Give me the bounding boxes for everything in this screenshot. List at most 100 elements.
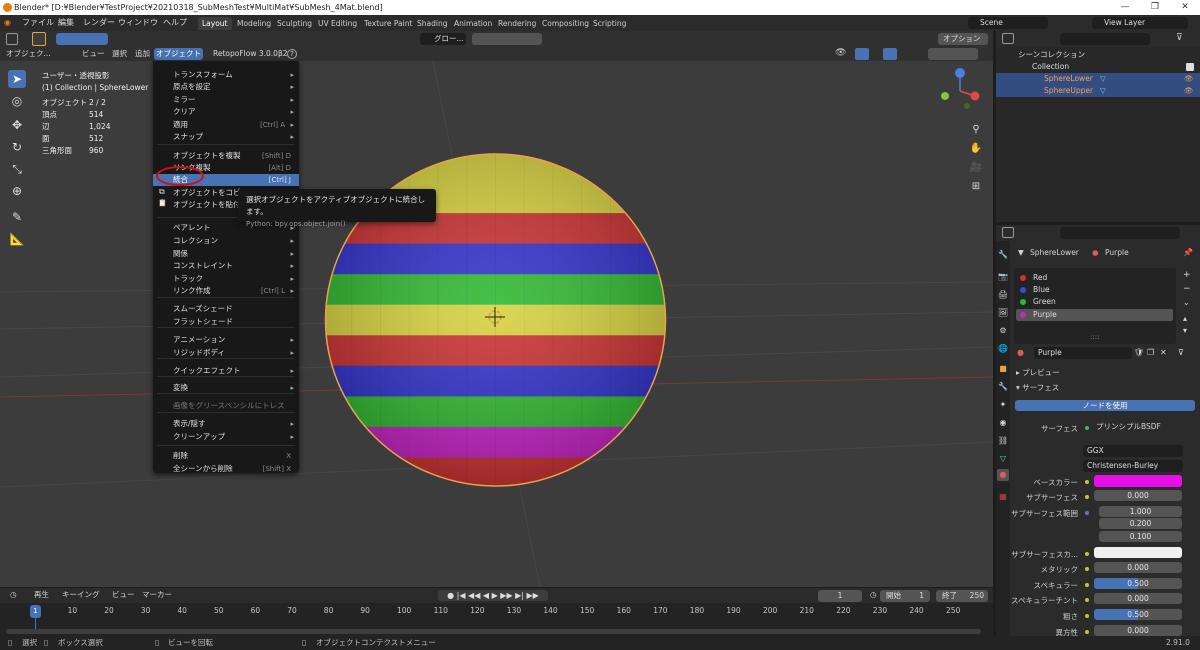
menu-item-0[interactable]: トランスフォーム ▸ [153,69,299,81]
menu-edit[interactable]: 編集 [58,15,74,31]
editor-type-icon[interactable] [6,33,18,45]
scene-tab-icon[interactable]: ⚙ [997,325,1009,337]
menu-item-5[interactable]: スナップ ▸ [153,131,299,143]
use-nodes-button[interactable]: ノードを使用 [1015,400,1195,411]
gizmo-y-icon[interactable] [941,92,949,100]
cursor-tool-icon[interactable]: ◎ [8,92,26,110]
particles-tab-icon[interactable]: ✦ [997,399,1009,411]
annotate-tool-icon[interactable]: ✎ [8,208,26,226]
gizmo-neg-y-icon[interactable] [964,103,970,109]
snapping-controls[interactable] [472,33,542,45]
menu-view[interactable]: ビュー [80,48,107,60]
timeline-keying[interactable]: キーイング [60,589,102,601]
mode-selector[interactable]: オブジェク... [4,48,53,60]
constraint-tab-icon[interactable]: ⛓ [997,435,1009,447]
select-tool-icon[interactable]: ➤ [8,70,26,88]
outliner-editor-icon[interactable] [1002,33,1014,44]
transform-tool-icon[interactable]: ⊕ [8,182,26,200]
menu-item-3[interactable]: クリア ▸ [153,106,299,118]
duplicate-icon[interactable]: ❐ [1147,348,1154,357]
preview-panel[interactable]: ▸ プレビュー [1016,367,1060,378]
world-tab-icon[interactable]: 🌐 [997,343,1009,355]
gizmo-x-icon[interactable] [970,91,980,101]
surface-panel[interactable]: ▾ サーフェス [1016,382,1059,393]
menu-item-17[interactable]: スムーズシェード [153,303,299,315]
menu-item-16[interactable]: リンク作成 [Ctrl] L ▸ [153,285,299,297]
start-frame-field[interactable]: 開始 1 [880,590,930,602]
timeline-scrollbar[interactable] [6,629,981,634]
unlink-icon[interactable]: ✕ [1160,348,1167,357]
menu-item-19[interactable]: アニメーション ▸ [153,334,299,346]
material-slot-purple[interactable]: Purple [1016,309,1173,321]
property-value-field[interactable]: 0.500 [1094,609,1182,620]
tab-scripting[interactable]: Scripting [589,17,630,30]
menu-item-6[interactable]: オブジェクトを複製 [Shift] D [153,150,299,162]
slot-specials-icon[interactable]: ⌄ [1183,298,1190,307]
timeline-marker[interactable]: マーカー [140,589,174,601]
gizmo-z-icon[interactable] [955,68,965,78]
tab-uv-editing[interactable]: UV Editing [314,17,361,30]
properties-editor-icon[interactable] [1002,227,1014,238]
menu-select[interactable]: 選択 [110,48,129,60]
move-tool-icon[interactable]: ✥ [8,116,26,134]
move-up-icon[interactable]: ▴ [1183,314,1187,323]
menu-object[interactable]: オブジェクト [154,48,203,60]
property-value-field[interactable] [1094,547,1182,558]
overlay-toggle-icon[interactable] [883,48,897,60]
property-value-field[interactable]: 0.000 [1094,625,1182,636]
browse-material-icon[interactable]: ● [1017,348,1024,357]
menu-item-14[interactable]: コンストレイント ▸ [153,260,299,272]
fake-user-icon[interactable]: 🛡 [1134,348,1144,357]
scale-tool-icon[interactable]: ⤡ [8,160,26,178]
menu-window[interactable]: ウィンドウ [118,15,158,31]
menu-item-1[interactable]: 原点を設定 ▸ [153,81,299,93]
help-icon[interactable]: ? [287,49,297,59]
outliner-item-sphereupper[interactable]: SphereUpper ▽ 👁 [996,85,1200,97]
maximize-button[interactable]: ❐ [1140,0,1170,15]
surface-shader-value[interactable]: プリンシプルBSDF [1094,421,1182,432]
property-value-field[interactable]: 0.000 [1094,562,1182,573]
menu-item-15[interactable]: トラック ▸ [153,273,299,285]
material-slot-blue[interactable]: Blue [1016,284,1173,296]
outliner[interactable]: シーンコレクション Collection SphereLower ▽ 👁 Spher… [996,47,1200,222]
subsurface-method-dropdown[interactable]: Christensen-Burley [1083,460,1183,472]
tool-tab-icon[interactable]: 🔧 [997,249,1009,261]
timeline-view[interactable]: ビュー [110,589,137,601]
menu-item-24[interactable]: 表示/隠す ▸ [153,418,299,430]
menu-item-25[interactable]: クリーンアップ ▸ [153,431,299,443]
close-button[interactable]: ✕ [1170,0,1200,15]
modifier-tab-icon[interactable]: 🔧 [997,381,1009,393]
tab-texture-paint[interactable]: Texture Paint [360,17,416,30]
add-slot-button[interactable]: + [1183,270,1191,280]
output-tab-icon[interactable]: 🖨 [997,289,1009,301]
blender-menu-icon[interactable]: ◉ [4,15,11,31]
options-dropdown[interactable]: オプション [938,33,988,45]
menu-file[interactable]: ファイル [22,15,54,31]
tab-shading[interactable]: Shading [413,17,451,30]
property-value-field[interactable]: 0.000 [1094,490,1182,501]
current-frame-field[interactable]: 1 [818,590,862,602]
property-value-field[interactable]: 0.100 [1099,531,1182,542]
outliner-search-input[interactable] [1060,33,1150,45]
tab-rendering[interactable]: Rendering [494,17,540,30]
tab-modeling[interactable]: Modeling [233,17,275,30]
menu-item-27[interactable]: 全シーンから削除 [Shift] X [153,463,299,475]
collection-row[interactable]: Collection [996,61,1200,73]
object-tab-icon[interactable]: ■ [997,363,1009,375]
minimize-button[interactable]: — [1110,0,1140,15]
zoom-icon[interactable]: ⚲ [967,121,985,139]
material-slot-red[interactable]: Red [1016,272,1173,284]
distribution-dropdown[interactable]: GGX [1083,445,1183,457]
data-tab-icon[interactable]: ▽ [997,453,1009,465]
timeline[interactable]: 10 20 30 40 50 60 70 80 90 100 110 120 130 140 150 160 1… [0,603,993,636]
tab-sculpting[interactable]: Sculpting [273,17,316,30]
menu-item-12[interactable]: コレクション ▸ [153,235,299,247]
playback-controls[interactable]: ● |◀ ◀◀ ◀ ▶ ▶▶ ▶| ▶▶ [438,590,548,601]
property-value-field[interactable]: 0.200 [1099,518,1182,529]
eye-icon[interactable]: 👁 [1184,73,1194,85]
remove-slot-button[interactable]: − [1183,284,1191,294]
camera-icon[interactable]: 🎥 [967,159,985,177]
pan-hand-icon[interactable]: ✋ [967,140,985,158]
material-slot-green[interactable]: Green [1016,296,1173,308]
pin-icon[interactable]: 📌 [1183,248,1193,257]
